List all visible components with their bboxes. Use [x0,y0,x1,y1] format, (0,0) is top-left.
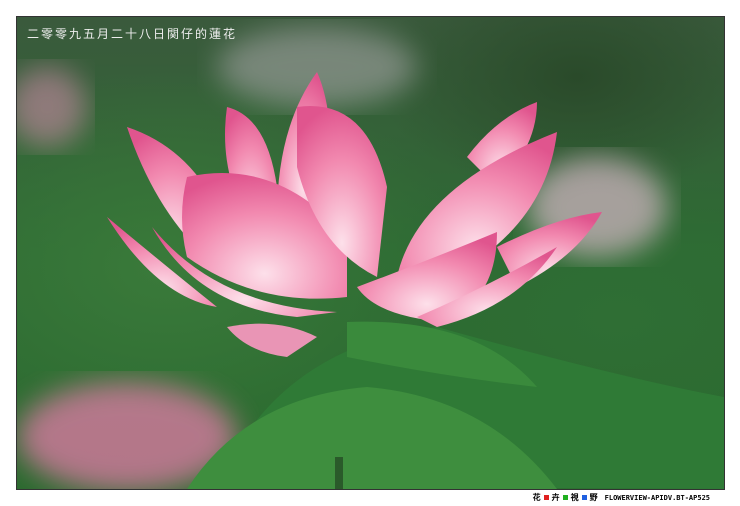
lotus-illustration [17,27,724,489]
lotus-photo: 二零零九五月二十八日関仔的蓮花 [16,16,725,490]
watermark-char: 卉 [551,493,560,502]
blue-square-icon [581,495,587,500]
green-square-icon [562,495,568,500]
watermark-site: FLOWERVIEW-APIDV.BT-AP525 [604,493,710,502]
watermark-char: 野 [589,493,598,502]
watermark-footer: 花 卉 視 野 FLOWERVIEW-APIDV.BT-AP525 [533,492,710,503]
red-square-icon [543,495,549,500]
watermark-char: 視 [570,493,579,502]
photo-caption: 二零零九五月二十八日関仔的蓮花 [27,27,238,41]
watermark-char: 花 [532,493,541,502]
photo-frame: 二零零九五月二十八日関仔的蓮花 花 卉 視 野 FLOWERVIEW-APIDV… [0,0,740,506]
